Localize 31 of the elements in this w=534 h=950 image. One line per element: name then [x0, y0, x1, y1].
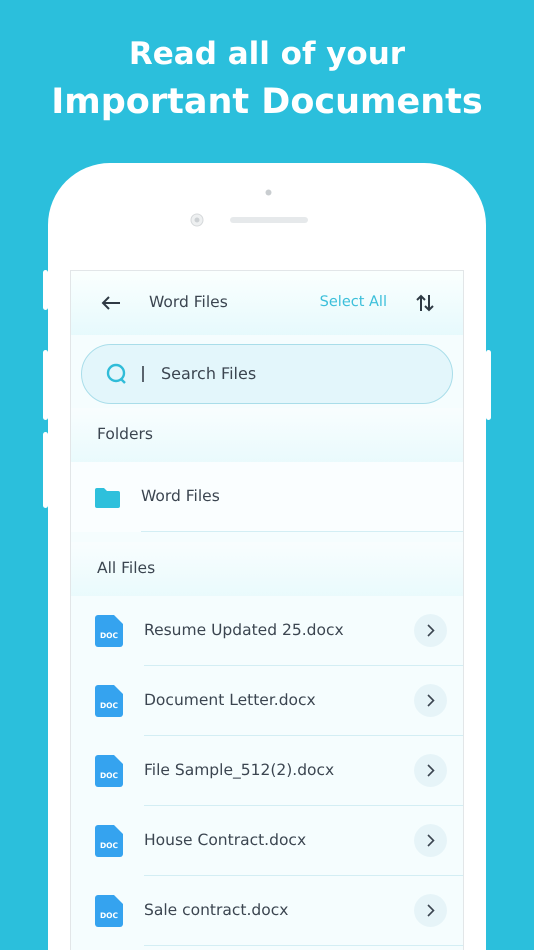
section-label: All Files — [97, 558, 156, 580]
sort-icon[interactable] — [415, 294, 435, 312]
headline-text: Important Documents — [50, 81, 484, 124]
open-button[interactable] — [414, 754, 447, 787]
file-name: Document Letter.docx — [144, 690, 317, 711]
folder-row[interactable]: Word Files — [71, 462, 463, 532]
phone-sensor-icon — [265, 189, 272, 196]
search-field[interactable]: Search Files — [159, 361, 359, 387]
headline-text: Read all of your — [128, 35, 406, 74]
chevron-right-icon — [426, 834, 434, 847]
open-button[interactable] — [414, 894, 447, 927]
chevron-right-icon — [426, 694, 434, 707]
folder-name: Word Files — [141, 486, 220, 507]
file-name: Resume Updated 25.docx — [144, 620, 345, 641]
screen-title: Word Files — [149, 292, 229, 314]
folder-icon — [95, 486, 120, 508]
section-label: Folders — [97, 424, 153, 446]
open-button[interactable] — [414, 684, 447, 717]
chevron-right-icon — [426, 624, 434, 637]
search-icon — [106, 363, 128, 385]
speaker-grille-icon — [230, 217, 308, 223]
chevron-right-icon — [426, 764, 434, 777]
open-button[interactable] — [414, 614, 447, 647]
text-cursor-icon — [142, 366, 144, 382]
chevron-right-icon — [426, 904, 434, 917]
file-name: House Contract.docx — [144, 830, 308, 851]
file-name: File Sample_512(2).docx — [144, 760, 336, 781]
back-arrow-icon[interactable] — [101, 296, 121, 310]
open-button[interactable] — [414, 824, 447, 857]
camera-icon — [190, 213, 204, 227]
file-name: Sale contract.docx — [144, 900, 290, 921]
